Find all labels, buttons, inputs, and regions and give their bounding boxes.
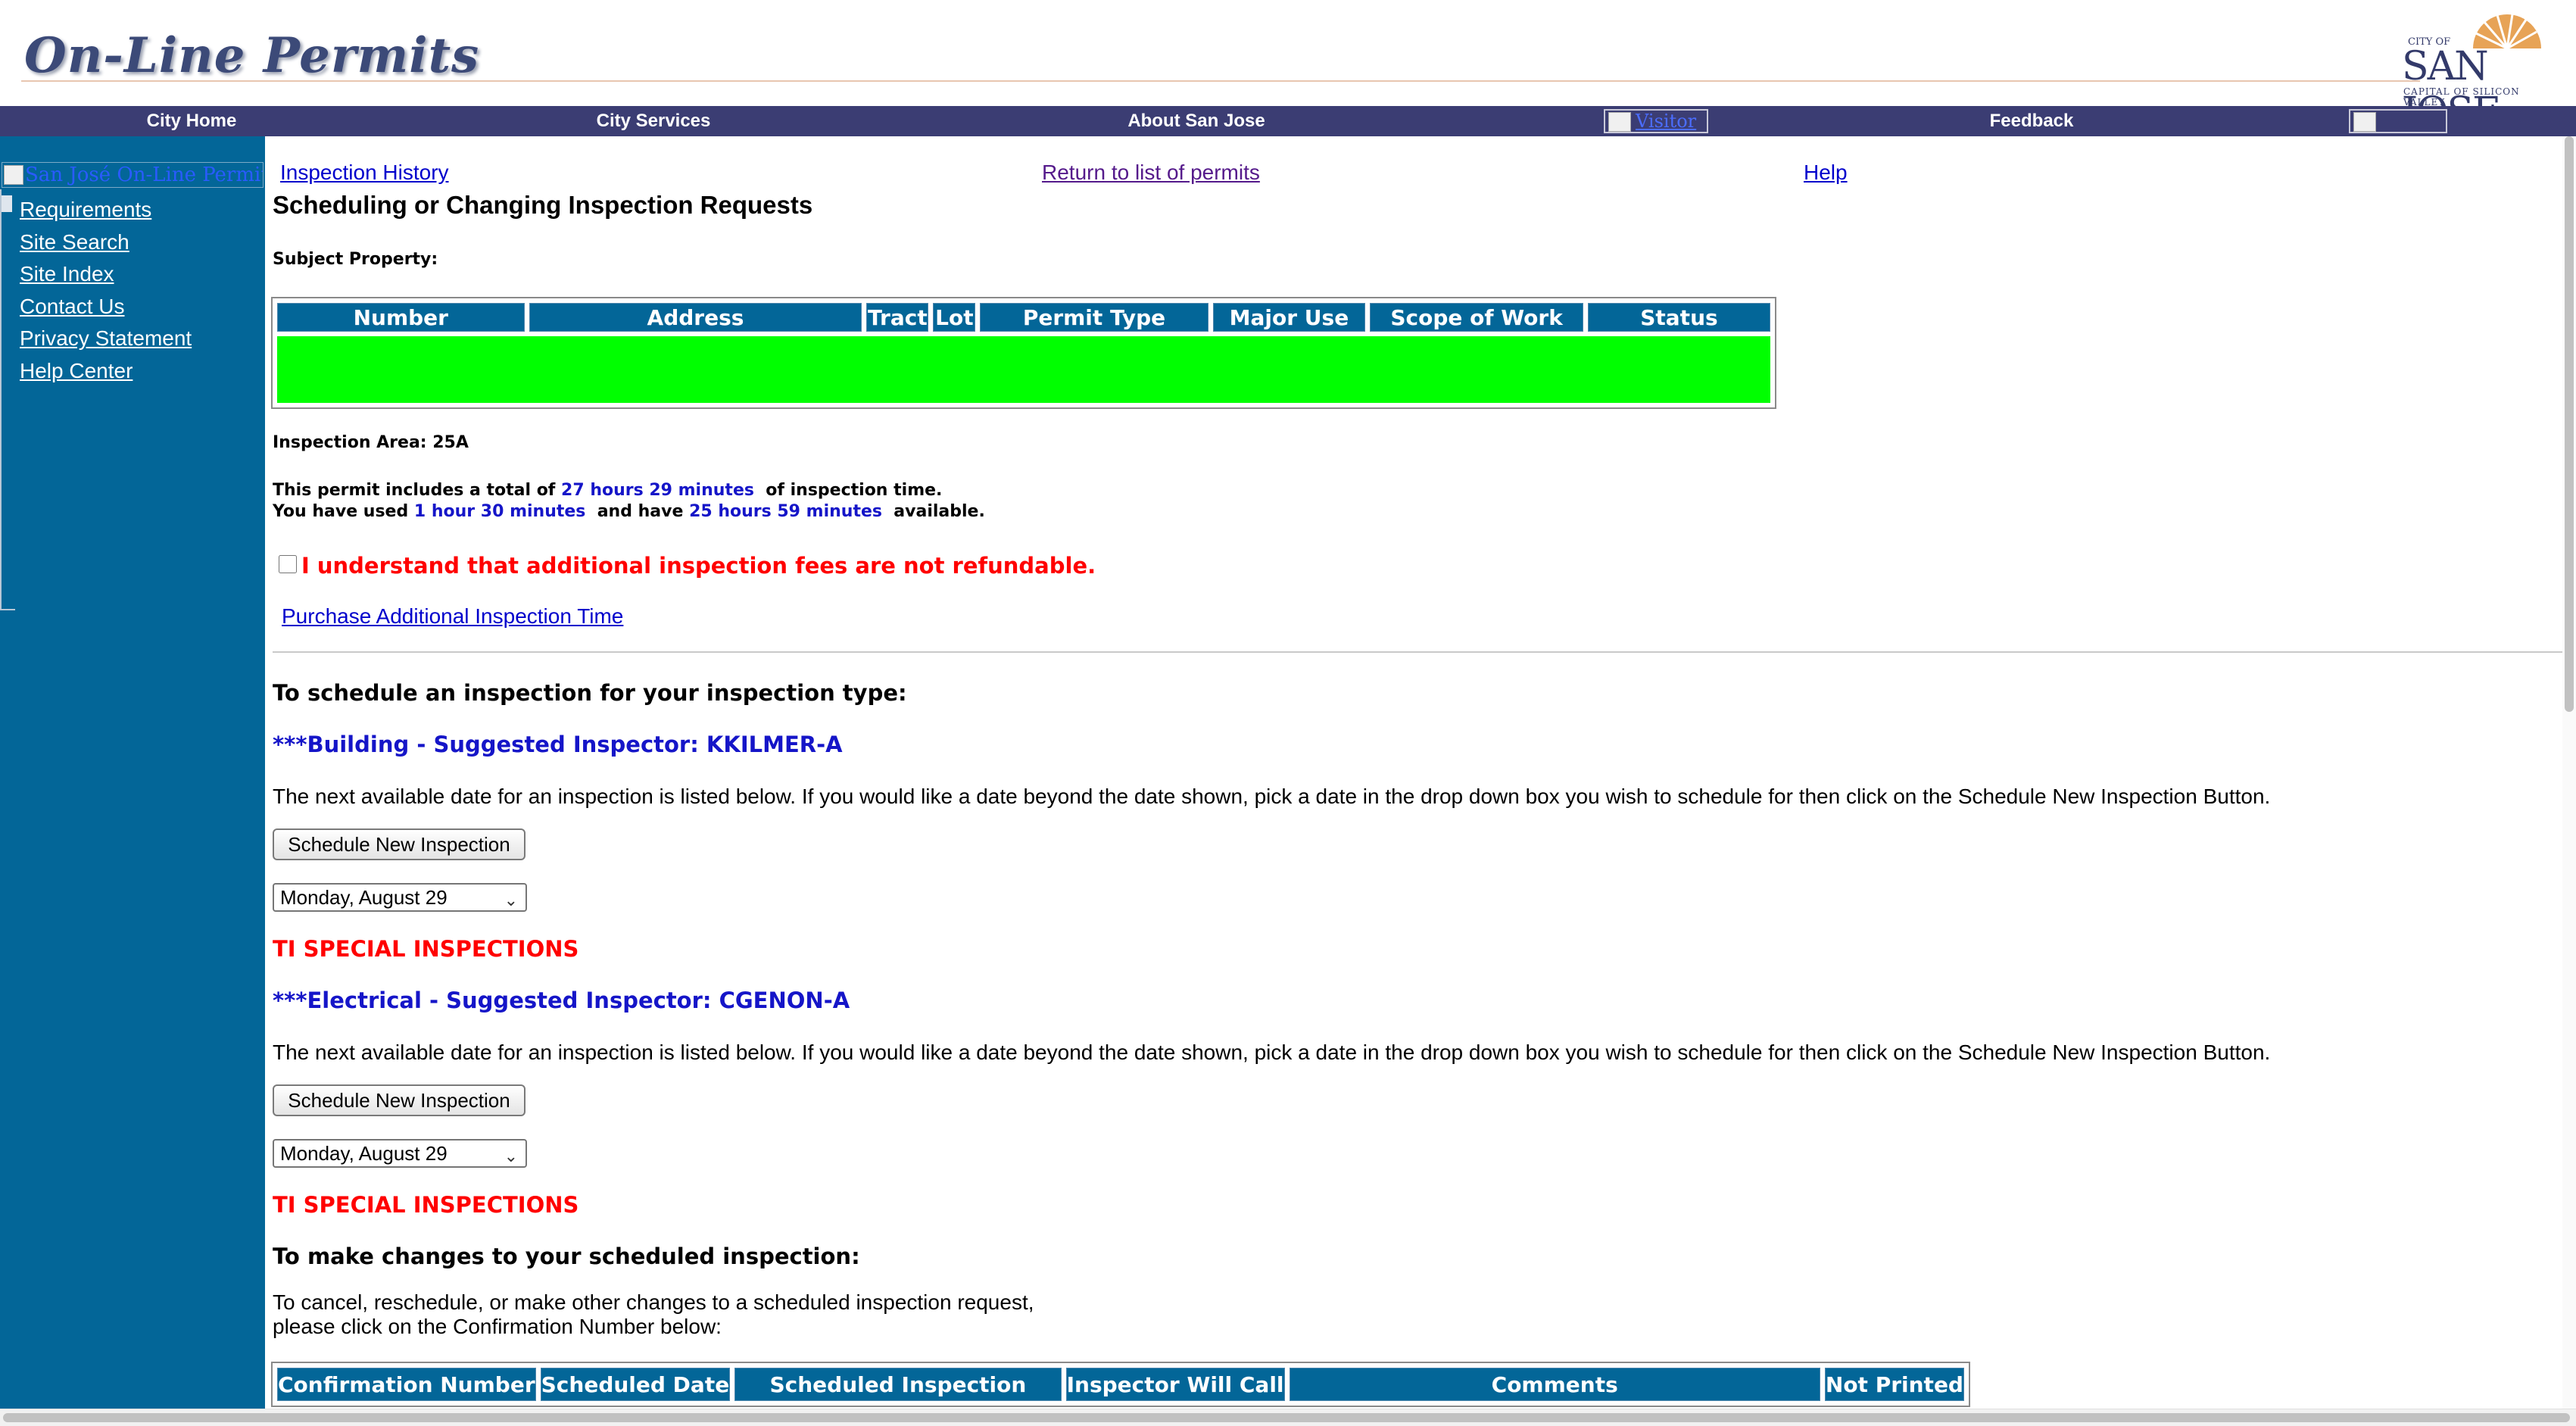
time-text: and have: [585, 502, 690, 521]
column-header-number: Number: [277, 303, 525, 332]
sidebar-link-requirements[interactable]: Requirements: [20, 194, 192, 226]
column-header-comments: Comments: [1289, 1368, 1820, 1401]
broken-image-icon: [4, 165, 23, 185]
broken-image-icon: [2353, 112, 2376, 132]
inspection-history-link[interactable]: Inspection History: [280, 161, 449, 185]
confirmation-table: Confirmation Number Scheduled Date Sched…: [271, 1362, 1970, 1407]
sidebar-link-site-index[interactable]: Site Index: [20, 258, 192, 291]
available-time-value: 25 hours 59 minutes: [689, 502, 882, 521]
sidebar-links: Requirements Site Search Site Index Cont…: [20, 194, 192, 387]
time-text: You have used: [273, 502, 414, 521]
column-header-not-printed: Not Printed: [1824, 1368, 1964, 1401]
cancel-instructions: To cancel, reschedule, or make other cha…: [273, 1290, 1034, 1339]
special-inspections-label: TI SPECIAL INSPECTIONS: [273, 936, 579, 962]
help-link[interactable]: Help: [1804, 161, 1848, 185]
used-time-value: 1 hour 30 minutes: [413, 502, 586, 521]
schedule-new-inspection-button[interactable]: Schedule New Inspection: [273, 828, 525, 860]
nav-about-san-jose[interactable]: About San Jose: [1106, 106, 1287, 136]
main-content: Inspection History Return to list of per…: [265, 136, 2567, 1409]
inspection-area: Inspection Area: 25A: [273, 433, 469, 452]
purchase-inspection-time-link[interactable]: Purchase Additional Inspection Time: [282, 604, 623, 629]
column-header-address: Address: [529, 303, 862, 332]
horizontal-scrollbar-thumb[interactable]: [3, 1413, 2570, 1422]
sidebar-link-contact-us[interactable]: Contact Us: [20, 291, 192, 323]
sidebar-logo-image[interactable]: San José On-Line Permits: [2, 162, 264, 188]
chevron-down-icon: ⌄: [504, 891, 518, 910]
subject-property-table: Number Address Tract Lot Permit Type Maj…: [271, 297, 1776, 409]
top-navigation: City Home City Services About San Jose V…: [0, 106, 2576, 136]
next-available-note: The next available date for an inspectio…: [273, 785, 2271, 808]
schedule-heading: To schedule an inspection for your inspe…: [273, 680, 907, 706]
refund-acknowledge-checkbox[interactable]: [279, 555, 297, 573]
schedule-new-inspection-button[interactable]: Schedule New Inspection: [273, 1084, 525, 1116]
sidebar-link-privacy-statement[interactable]: Privacy Statement: [20, 323, 192, 355]
column-header-scheduled-date: Scheduled Date: [540, 1368, 731, 1401]
sidebar-frame: [0, 189, 15, 610]
nav-visitor-image[interactable]: Visitor: [1604, 109, 1708, 133]
return-to-permits-link[interactable]: Return to list of permits: [1042, 161, 1260, 185]
section-divider: [273, 651, 2564, 653]
column-header-permit-type: Permit Type: [980, 303, 1208, 332]
column-header-confirmation-number: Confirmation Number: [277, 1368, 536, 1401]
refund-notice: I understand that additional inspection …: [301, 553, 1096, 579]
inspection-date-select[interactable]: Monday, August 29 ⌄: [273, 1139, 527, 1168]
sidebar-link-help-center[interactable]: Help Center: [20, 355, 192, 388]
table-header-row: Number Address Tract Lot Permit Type Maj…: [277, 303, 1770, 332]
broken-image-icon: [2, 195, 12, 212]
header-divider: [21, 80, 2420, 82]
cancel-instructions-line: To cancel, reschedule, or make other cha…: [273, 1290, 1034, 1314]
special-inspections-label: TI SPECIAL INSPECTIONS: [273, 1192, 579, 1218]
permit-status-row: [277, 336, 1770, 403]
visitor-alt-text: Visitor: [1636, 111, 1697, 132]
subject-property-label: Subject Property:: [273, 250, 438, 269]
vertical-scrollbar-thumb[interactable]: [2565, 136, 2574, 712]
nav-feedback[interactable]: Feedback: [1954, 106, 2110, 136]
nav-city-home[interactable]: City Home: [114, 106, 270, 136]
san-jose-logo[interactable]: CITY OF SAN JOSE CAPITAL OF SILICON VALL…: [2399, 8, 2558, 135]
column-header-lot: Lot: [933, 303, 976, 332]
page-title: Scheduling or Changing Inspection Reques…: [273, 191, 813, 219]
column-header-status: Status: [1587, 303, 1770, 332]
site-header: On-Line Permits CITY OF SAN JOSE CAPITAL…: [0, 0, 2576, 135]
electrical-inspection-heading: ***Electrical - Suggested Inspector: CGE…: [273, 988, 850, 1013]
column-header-major-use: Major Use: [1212, 303, 1366, 332]
nav-city-services[interactable]: City Services: [575, 106, 731, 136]
changes-heading: To make changes to your scheduled inspec…: [273, 1243, 860, 1269]
inspection-time-summary: This permit includes a total of 27 hours…: [273, 480, 985, 523]
sidebar-link-site-search[interactable]: Site Search: [20, 226, 192, 259]
column-header-inspector-will-call: Inspector Will Call: [1065, 1368, 1285, 1401]
time-line-total: This permit includes a total of 27 hours…: [273, 480, 985, 501]
sidebar: San José On-Line Permits Requirements Si…: [0, 136, 265, 1425]
logo-tagline: CAPITAL OF SILICON VALLEY: [2403, 86, 2520, 108]
site-title[interactable]: On-Line Permits: [24, 27, 479, 84]
selected-date: Monday, August 29: [280, 886, 448, 909]
nav-blank-image[interactable]: [2349, 109, 2447, 133]
inspection-date-select[interactable]: Monday, August 29 ⌄: [273, 883, 527, 912]
sun-rays-icon: [2473, 14, 2541, 48]
column-header-tract: Tract: [866, 303, 929, 332]
broken-image-icon: [1608, 112, 1631, 132]
cancel-instructions-line: please click on the Confirmation Number …: [273, 1315, 722, 1338]
column-header-scope-of-work: Scope of Work: [1370, 303, 1583, 332]
next-available-note: The next available date for an inspectio…: [273, 1041, 2271, 1064]
time-text: available.: [881, 502, 985, 521]
table-row: [277, 336, 1770, 403]
column-header-scheduled-inspection: Scheduled Inspection: [734, 1368, 1062, 1401]
time-line-used: You have used 1 hour 30 minutes and have…: [273, 501, 985, 523]
horizontal-scrollbar[interactable]: [0, 1409, 2576, 1426]
table-header-row: Confirmation Number Scheduled Date Sched…: [277, 1368, 1964, 1401]
time-text: This permit includes a total of: [273, 481, 562, 500]
time-text: of inspection time.: [753, 481, 943, 500]
vertical-scrollbar[interactable]: [2562, 136, 2576, 1409]
total-time-value: 27 hours 29 minutes: [561, 481, 754, 500]
sidebar-logo-alt: San José On-Line Permits: [25, 164, 264, 186]
chevron-down-icon: ⌄: [504, 1147, 518, 1165]
selected-date: Monday, August 29: [280, 1142, 448, 1165]
building-inspection-heading: ***Building - Suggested Inspector: KKILM…: [273, 732, 843, 757]
